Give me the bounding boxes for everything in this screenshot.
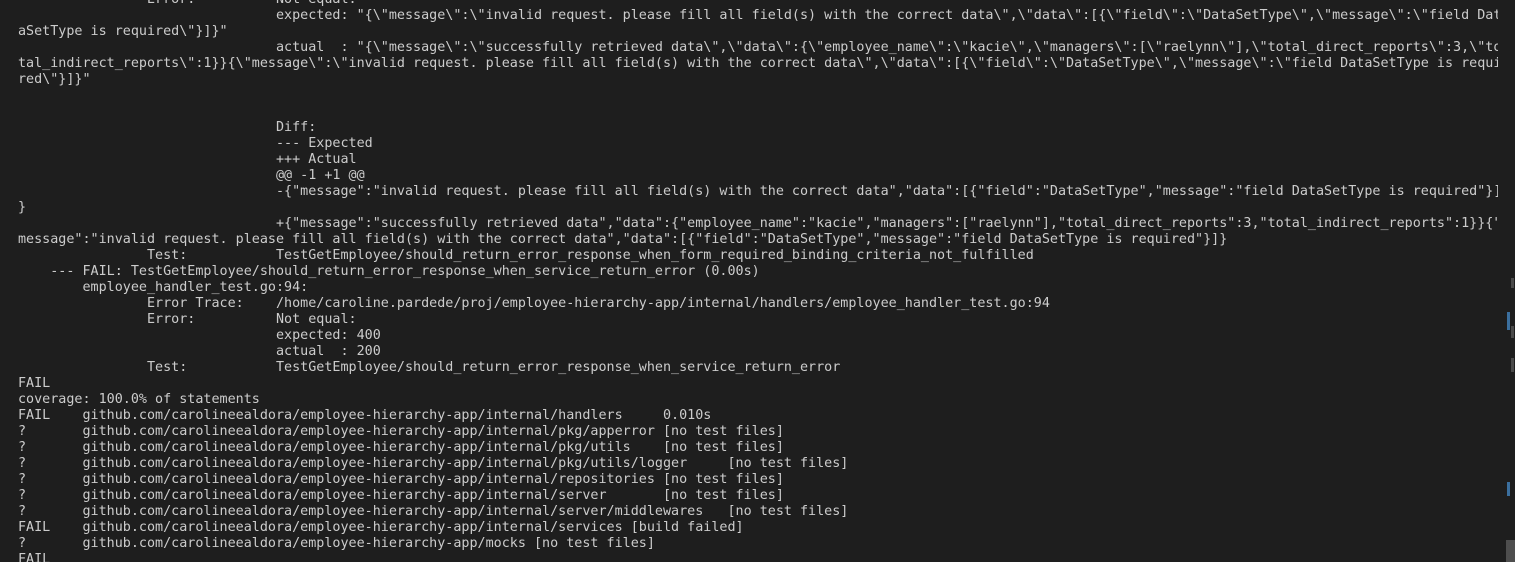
terminal-panel[interactable]: Error: Not equal: expected: "{\"message\… bbox=[0, 0, 1515, 562]
scroll-marker bbox=[1507, 312, 1510, 330]
output-line: actual : 200 bbox=[18, 344, 381, 359]
output-line: message":"invalid request. please fill a… bbox=[18, 232, 1228, 247]
output-line: Error Trace: /home/caroline.pardede/proj… bbox=[18, 296, 1050, 311]
scroll-marker bbox=[1511, 326, 1514, 338]
output-line: expected: "{\"message\":\"invalid reques… bbox=[18, 8, 1498, 23]
output-line: ? github.com/carolineealdora/employee-hi… bbox=[18, 456, 849, 471]
terminal-scrollbar[interactable] bbox=[1505, 0, 1515, 562]
output-line: tal_indirect_reports\":1}}{\"message\":\… bbox=[18, 56, 1498, 71]
output-line: Test: TestGetEmployee/should_return_erro… bbox=[18, 248, 1034, 263]
output-line: --- Expected bbox=[18, 136, 373, 151]
output-line: employee_handler_test.go:94: bbox=[18, 280, 309, 295]
output-line: coverage: 100.0% of statements bbox=[18, 392, 260, 407]
output-line: ? github.com/carolineealdora/employee-hi… bbox=[18, 472, 784, 487]
output-line: FAIL github.com/carolineealdora/employee… bbox=[18, 408, 712, 423]
output-line: ? github.com/carolineealdora/employee-hi… bbox=[18, 440, 784, 455]
output-line: FAIL github.com/carolineealdora/employee… bbox=[18, 520, 744, 535]
output-line: FAIL bbox=[18, 552, 51, 562]
output-line: --- FAIL: TestGetEmployee/should_return_… bbox=[18, 264, 760, 279]
output-line: red\"}]}" bbox=[18, 72, 91, 87]
scroll-marker bbox=[1507, 482, 1510, 496]
output-line: expected: 400 bbox=[18, 328, 381, 343]
output-line: ? github.com/carolineealdora/employee-hi… bbox=[18, 504, 849, 519]
output-line: -{"message":"invalid request. please fil… bbox=[18, 184, 1498, 199]
scroll-marker bbox=[1511, 278, 1514, 288]
output-line: aSetType is required\"}]}" bbox=[18, 24, 228, 39]
scrollbar-thumb[interactable] bbox=[1506, 540, 1515, 562]
output-line: +++ Actual bbox=[18, 152, 357, 167]
output-line: Diff: bbox=[18, 120, 317, 135]
output-line: } bbox=[18, 200, 27, 215]
output-line: ? github.com/carolineealdora/employee-hi… bbox=[18, 536, 655, 551]
output-line: @@ -1 +1 @@ bbox=[18, 168, 365, 183]
output-line: +{"message":"successfully retrieved data… bbox=[18, 216, 1498, 231]
terminal-output: Error: Not equal: expected: "{\"message\… bbox=[18, 0, 1498, 562]
output-line: ? github.com/carolineealdora/employee-hi… bbox=[18, 424, 784, 439]
output-line: Test: TestGetEmployee/should_return_erro… bbox=[18, 360, 841, 375]
output-line: actual : "{\"message\":\"successfully re… bbox=[18, 40, 1498, 55]
scroll-marker bbox=[1511, 358, 1514, 372]
output-line: ? github.com/carolineealdora/employee-hi… bbox=[18, 488, 784, 503]
output-line: Error: Not equal: bbox=[18, 312, 357, 327]
output-line: FAIL bbox=[18, 376, 51, 391]
output-line: Error: Not equal: bbox=[18, 0, 1498, 8]
